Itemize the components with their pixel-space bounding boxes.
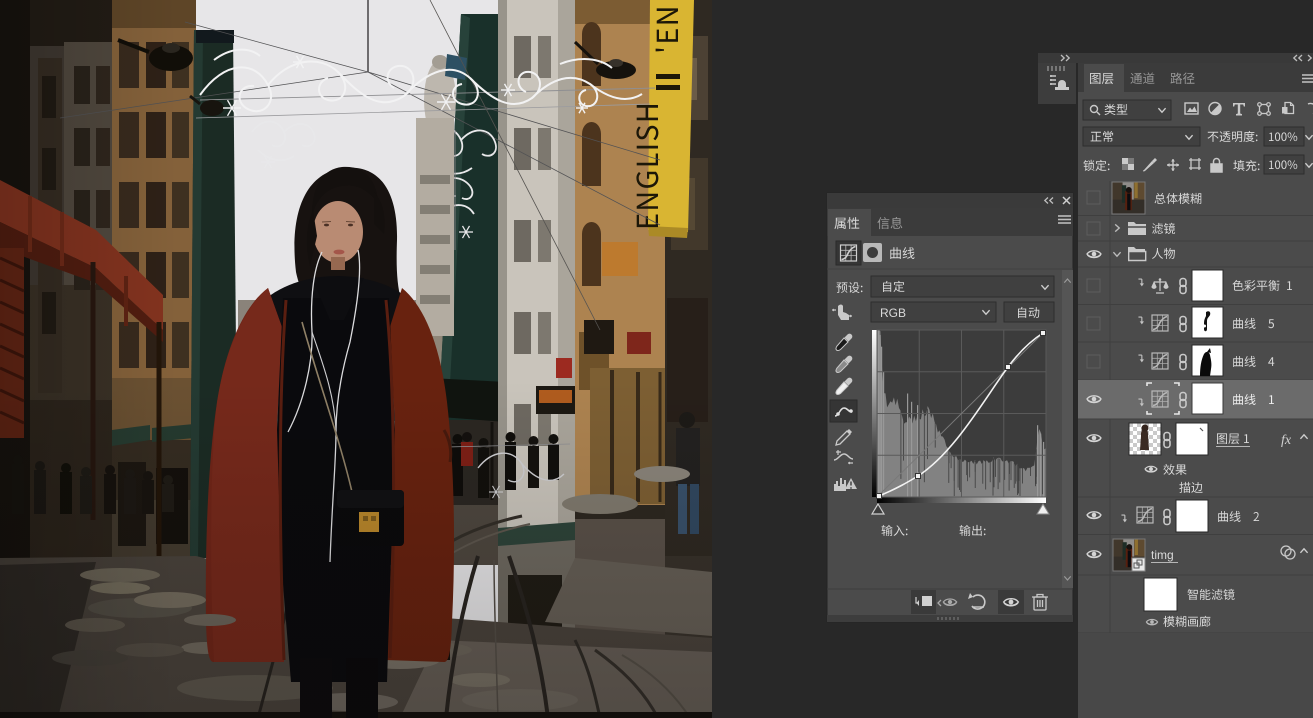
svg-text:fx: fx — [1281, 433, 1292, 448]
svg-text:timg: timg — [1151, 548, 1174, 562]
svg-text:RGB: RGB — [880, 306, 906, 320]
